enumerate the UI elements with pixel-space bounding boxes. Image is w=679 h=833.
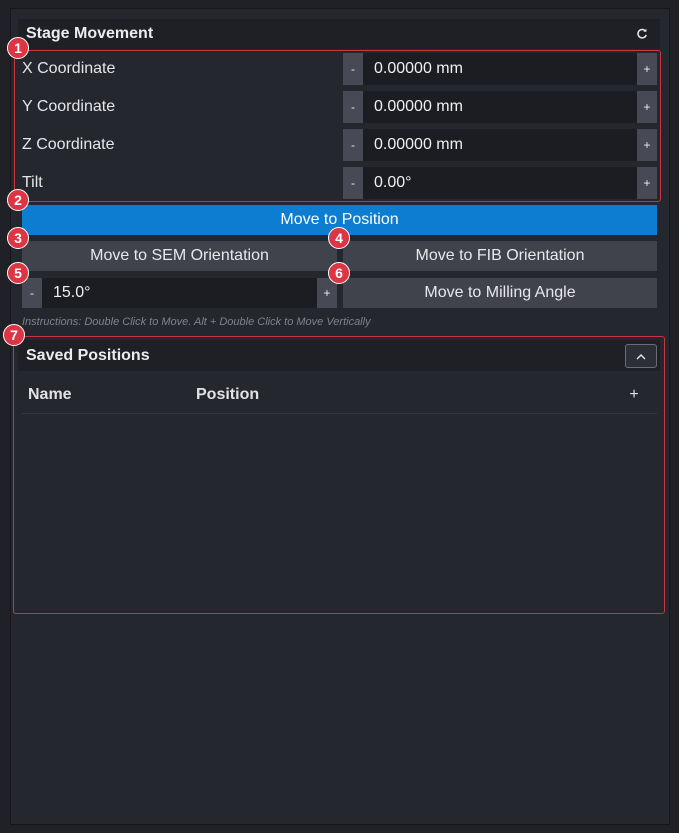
saved-positions-header: Saved Positions: [18, 340, 660, 371]
z-increment-button[interactable]: +: [637, 129, 657, 161]
z-coordinate-row: Z Coordinate - 0.00000 mm +: [22, 129, 657, 161]
milling-angle-spinbox: - 15.0° +: [22, 278, 337, 308]
annotation-badge-7: 7: [3, 324, 25, 346]
column-header-position: Position: [196, 385, 260, 403]
move-to-sem-orientation-button[interactable]: Move to SEM Orientation: [22, 241, 337, 271]
x-decrement-button[interactable]: -: [343, 53, 363, 85]
stage-movement-header: Stage Movement: [18, 19, 660, 49]
annotation-badge-6: 6: [328, 262, 350, 284]
section-title: Stage Movement: [26, 25, 154, 42]
milling-angle-decrement-button[interactable]: -: [22, 278, 42, 308]
saved-positions-table-header: Name Position +: [22, 376, 657, 414]
y-coordinate-row: Y Coordinate - 0.00000 mm +: [22, 91, 657, 123]
chevron-up-icon: [636, 347, 646, 365]
collapse-button[interactable]: [625, 343, 657, 368]
x-coordinate-spinbox: - 0.00000 mm +: [343, 53, 657, 85]
z-coordinate-spinbox: - 0.00000 mm +: [343, 129, 657, 161]
z-decrement-button[interactable]: -: [343, 129, 363, 161]
tilt-row: Tilt - 0.00° +: [22, 167, 657, 199]
column-header-name: Name: [28, 385, 72, 403]
tilt-spinbox: - 0.00° +: [343, 167, 657, 199]
y-decrement-button[interactable]: -: [343, 91, 363, 123]
tilt-increment-button[interactable]: +: [637, 167, 657, 199]
move-to-milling-angle-button[interactable]: Move to Milling Angle: [343, 278, 657, 308]
annotation-badge-2: 2: [7, 189, 29, 211]
refresh-icon[interactable]: [634, 26, 650, 42]
annotation-badge-3: 3: [7, 227, 29, 249]
milling-angle-field[interactable]: 15.0°: [42, 278, 317, 308]
instructions-text: Instructions: Double Click to Move. Alt …: [22, 316, 371, 328]
x-coordinate-row: X Coordinate - 0.00000 mm +: [22, 53, 657, 85]
move-to-fib-orientation-button[interactable]: Move to FIB Orientation: [343, 241, 657, 271]
x-coordinate-field[interactable]: 0.00000 mm: [363, 53, 637, 85]
x-increment-button[interactable]: +: [637, 53, 657, 85]
annotation-badge-4: 4: [328, 227, 350, 249]
tilt-decrement-button[interactable]: -: [343, 167, 363, 199]
add-position-icon[interactable]: +: [624, 386, 644, 404]
y-increment-button[interactable]: +: [637, 91, 657, 123]
y-coordinate-field[interactable]: 0.00000 mm: [363, 91, 637, 123]
y-coordinate-spinbox: - 0.00000 mm +: [343, 91, 657, 123]
z-coordinate-field[interactable]: 0.00000 mm: [363, 129, 637, 161]
tilt-field[interactable]: 0.00°: [363, 167, 637, 199]
saved-positions-title: Saved Positions: [26, 346, 150, 364]
annotation-badge-1: 1: [7, 37, 29, 59]
annotation-badge-5: 5: [7, 262, 29, 284]
